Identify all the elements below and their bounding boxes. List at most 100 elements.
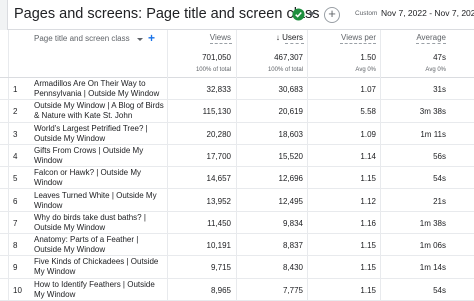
table-header: Page title and screen class + Views 701,… [0, 30, 474, 301]
table-row[interactable]: 6 Leaves Turned White | Outside My Window… [0, 190, 474, 212]
users-cell: 12,495 [278, 196, 303, 206]
page-title-cell[interactable]: Outside My Window | A Blog of Birds & Na… [34, 101, 166, 121]
total-average-sub: Avg 0% [425, 67, 446, 73]
table-row[interactable]: 4 Gifts From Crows | Outside My Window 17,… [0, 145, 474, 168]
page-title-cell[interactable]: Armadillos Are On Their Way to Pennsylva… [34, 79, 166, 99]
row-index: 9 [13, 263, 18, 273]
table-row[interactable]: 1 Armadillos Are On Their Way to Pennsylv… [0, 78, 474, 101]
views-cell: 8,965 [210, 285, 231, 295]
sort-arrow-icon: ↓ [275, 33, 280, 42]
row-index: 8 [13, 241, 18, 251]
column-header-underline [285, 43, 304, 44]
views-cell: 32,833 [206, 85, 231, 94]
page-title-cell[interactable]: World's Largest Petrified Tree? | Outsid… [34, 124, 166, 144]
column-header-users[interactable]: ↓ Users [276, 33, 303, 42]
table-row[interactable]: 5 Falcon or Hawk? | Outside My Window 14,6… [0, 167, 474, 190]
table-row[interactable]: 3 World's Largest Petrified Tree? | Outsi… [0, 123, 474, 145]
views-cell: 115,130 [202, 107, 231, 117]
vpu-cell: 1.15 [360, 174, 376, 184]
avg-cell: 54s [433, 174, 446, 184]
column-header-underline [416, 43, 446, 44]
users-cell: 9,834 [282, 218, 303, 228]
views-cell: 11,450 [207, 218, 231, 228]
avg-cell: 1m 14s [419, 263, 446, 273]
row-index: 7 [13, 218, 18, 228]
total-users: 467,307 [274, 53, 303, 62]
vpu-cell: 1.15 [360, 241, 376, 251]
views-cell: 20,280 [206, 129, 231, 139]
page-title-cell[interactable]: Falcon or Hawk? | Outside My Window [34, 168, 166, 188]
vpu-cell: 1.14 [360, 151, 376, 161]
row-index: 10 [13, 285, 22, 295]
plus-icon: + [328, 6, 336, 21]
users-cell: 12,696 [278, 174, 303, 184]
column-header-underline [340, 43, 376, 44]
vpu-cell: 1.12 [360, 196, 376, 206]
avg-cell: 56s [433, 151, 446, 161]
date-range-picker[interactable]: Nov 7, 2022 - Nov 7, 2023 [381, 8, 474, 18]
avg-cell: 21s [433, 196, 446, 206]
views-cell: 10,191 [206, 241, 231, 251]
report-header: Pages and screens: Page title and screen… [0, 0, 474, 30]
total-average: 47s [433, 53, 446, 62]
users-cell: 15,520 [278, 151, 303, 161]
avg-cell: 1m 06s [419, 241, 446, 251]
avg-cell: 3m 38s [419, 107, 446, 117]
views-cell: 9,715 [210, 263, 231, 273]
views-cell: 17,700 [206, 151, 231, 161]
table-row[interactable]: 10 How to Identify Feathers | Outside My … [0, 279, 474, 301]
vpu-cell: 1.15 [360, 263, 376, 273]
page-title-cell[interactable]: Anatomy: Parts of a Feather | Outside My… [34, 235, 166, 255]
vpu-cell: 1.16 [360, 218, 376, 228]
views-cell: 14,657 [206, 174, 231, 184]
vpu-cell: 1.09 [360, 129, 376, 139]
row-index: 1 [13, 85, 18, 94]
users-cell: 7,775 [282, 285, 303, 295]
vpu-cell: 1.07 [360, 85, 376, 94]
total-users-sub: 100% of total [267, 67, 303, 73]
vpu-cell: 5.58 [360, 107, 376, 117]
check-circle-icon[interactable] [292, 8, 305, 21]
row-index: 3 [13, 129, 18, 139]
left-pane-edge [0, 0, 8, 30]
page-title-cell[interactable]: Why do birds take dust baths? | Outside … [34, 213, 166, 233]
row-index: 2 [13, 107, 18, 117]
column-header-views-per-user[interactable]: Views per [341, 33, 376, 42]
vpu-cell: 1.15 [360, 285, 376, 295]
add-comparison-button[interactable]: + [324, 6, 340, 23]
users-cell: 18,603 [278, 129, 303, 139]
date-preset-label: Custom [355, 10, 378, 17]
total-views-sub: 100% of total [195, 67, 231, 73]
add-dimension-button[interactable]: + [148, 31, 155, 45]
chevron-down-icon[interactable] [309, 12, 315, 16]
row-index: 4 [13, 151, 18, 161]
column-header-average[interactable]: Average [416, 33, 446, 42]
report-title: Pages and screens: Page title and screen… [14, 6, 320, 22]
page-title-cell[interactable]: Five Kinds of Chickadees | Outside My Wi… [34, 257, 166, 277]
users-cell: 8,430 [282, 263, 303, 273]
table-row[interactable]: 8 Anatomy: Parts of a Feather | Outside M… [0, 234, 474, 257]
column-header-underline [210, 43, 232, 44]
table-row[interactable]: 2 Outside My Window | A Blog of Birds & N… [0, 100, 474, 123]
users-cell: 20,619 [278, 107, 303, 117]
avg-cell: 1m 11s [420, 129, 446, 139]
total-views: 701,050 [202, 53, 231, 62]
views-cell: 13,952 [206, 196, 231, 206]
avg-cell: 54s [433, 285, 446, 295]
table-row[interactable]: 9 Five Kinds of Chickadees | Outside My W… [0, 256, 474, 279]
dimension-header[interactable]: Page title and screen class [34, 34, 130, 43]
users-cell: 30,683 [278, 85, 303, 94]
total-views-per-user-sub: Avg 0% [355, 67, 376, 73]
chevron-down-icon[interactable] [137, 38, 143, 41]
page-title-cell[interactable]: Gifts From Crows | Outside My Window [34, 146, 166, 166]
total-views-per-user: 1.50 [360, 53, 376, 62]
avg-cell: 1m 38s [419, 218, 446, 228]
page-title-cell[interactable]: Leaves Turned White | Outside My Window [34, 191, 166, 211]
users-cell: 8,837 [282, 241, 303, 251]
avg-cell: 31s [433, 85, 446, 94]
page-title-cell[interactable]: How to Identify Feathers | Outside My Wi… [34, 280, 166, 300]
row-index: 5 [13, 174, 18, 184]
row-index: 6 [13, 196, 18, 206]
table-row[interactable]: 7 Why do birds take dust baths? | Outside… [0, 212, 474, 235]
column-header-views[interactable]: Views [210, 33, 231, 42]
